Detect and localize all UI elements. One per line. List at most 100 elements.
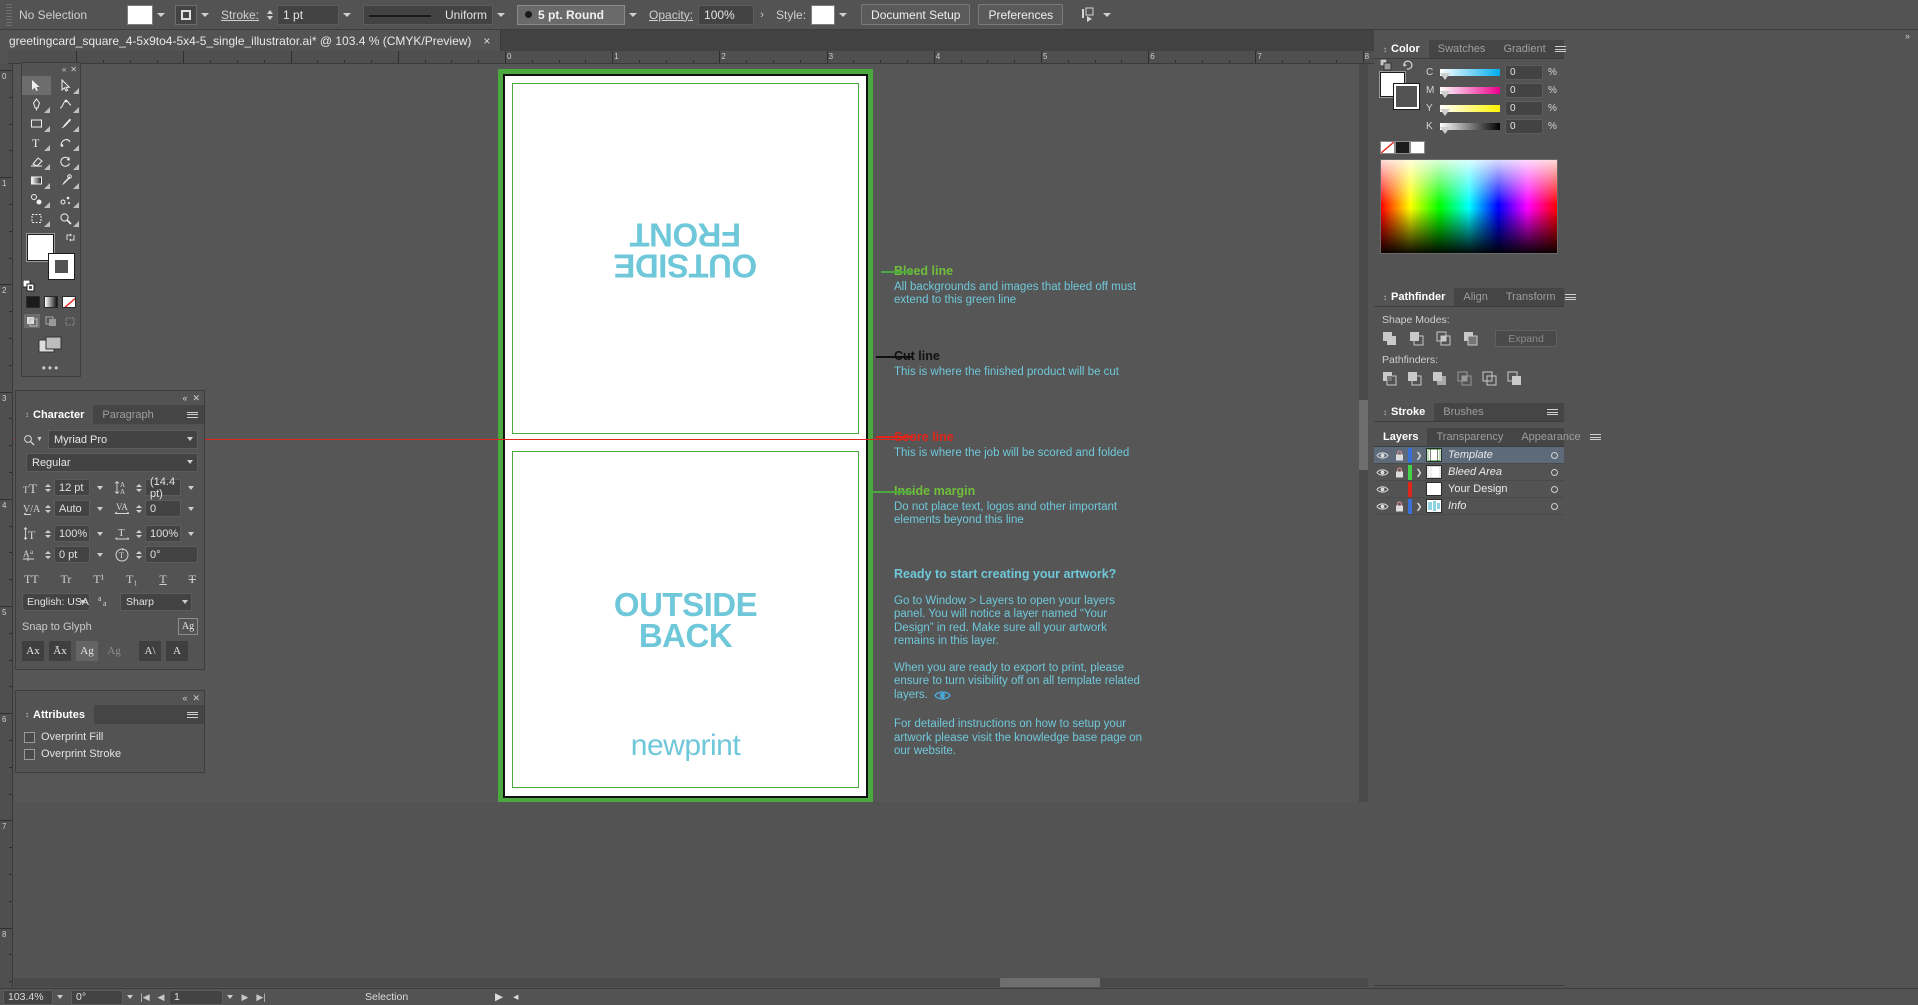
tab-transparency[interactable]: Transparency [1427,428,1512,446]
opacity-expand-icon[interactable]: › [754,5,770,25]
font-size-stepper[interactable] [43,484,52,492]
underline-button[interactable]: T [159,572,166,587]
eraser-tool[interactable] [22,152,51,171]
eye-icon[interactable] [1374,502,1391,511]
tracking-stepper[interactable] [134,505,143,513]
tab-stroke[interactable]: ↕ Stroke [1374,403,1434,421]
white-swatch[interactable] [1410,141,1425,154]
document-setup-button[interactable]: Document Setup [861,4,970,25]
layer-name[interactable]: Your Design [1448,483,1544,495]
c-slider[interactable] [1440,69,1500,76]
rectangle-tool[interactable] [22,114,51,133]
opacity-input[interactable]: 100% [698,5,754,25]
tab-gradient[interactable]: Gradient [1494,40,1554,58]
paintbrush-tool[interactable] [51,114,80,133]
stroke-color-swatch[interactable] [48,253,75,280]
tab-appearance[interactable]: Appearance [1512,428,1589,446]
first-artboard-icon[interactable]: |◀ [137,990,153,1005]
trim-button[interactable] [1406,370,1423,387]
zoom-tool[interactable] [51,209,80,228]
draw-normal-icon[interactable] [24,314,40,328]
style-chevron-down-icon[interactable] [835,5,851,25]
align-chevron-down-icon[interactable] [1099,5,1115,25]
previous-artboard-icon[interactable]: ◀ [153,990,169,1005]
tracking-chevron-down-icon[interactable] [183,500,198,517]
lock-icon[interactable] [1391,501,1408,512]
kerning-input[interactable]: Auto [54,500,90,517]
snap-glyph-bounds-icon[interactable]: A [166,641,188,661]
all-caps-button[interactable]: TT [24,572,39,587]
tab-character[interactable]: ↕ Character [16,405,93,424]
layer-name[interactable]: Info [1448,500,1544,512]
stroke-weight-stepper[interactable] [264,5,275,25]
fill-swatch[interactable] [127,5,153,25]
fill-swatch-chevron-down-icon[interactable] [153,5,169,25]
status-back-icon[interactable]: ◂ [513,991,518,1003]
m-input[interactable]: 0 [1505,83,1543,98]
draw-inside-icon[interactable] [62,314,78,328]
change-screen-mode-icon[interactable] [38,336,64,357]
tracking-input[interactable]: 0 [145,500,181,517]
target-indicator[interactable] [1544,503,1564,510]
preferences-button[interactable]: Preferences [978,4,1063,25]
default-fill-stroke-icon[interactable] [23,280,35,292]
snap-xheight-icon[interactable]: Āx [49,641,71,661]
snap-capheight-icon[interactable]: Ag [76,641,98,661]
layer-row[interactable]: ❯ Info [1374,498,1564,515]
none-button[interactable] [62,296,76,308]
swap-fill-stroke-icon[interactable] [1402,59,1414,71]
font-size-input[interactable]: 12 pt [54,479,90,496]
baseline-shift-stepper[interactable] [43,551,52,559]
vertical-scale-stepper[interactable] [43,530,52,538]
layer-row[interactable]: Your Design [1374,481,1564,498]
target-indicator[interactable] [1544,452,1564,459]
pen-tool[interactable] [22,95,51,114]
language-select[interactable]: English: USA [22,593,90,611]
leading-stepper[interactable] [134,484,143,492]
strikethrough-button[interactable]: T [189,572,196,587]
tab-paragraph[interactable]: Paragraph [93,405,162,424]
rotation-chevron-down-icon[interactable] [123,990,137,1005]
color-stroke-swatch[interactable] [1394,84,1419,109]
close-icon[interactable]: × [483,34,490,48]
subscript-button[interactable]: T₁ [126,572,138,587]
color-button[interactable] [26,296,40,308]
leading-input[interactable]: (14.4 pt) [145,479,181,496]
artboard-number-input[interactable]: 1 [169,990,223,1005]
graphic-style-swatch[interactable] [811,5,835,25]
brush-definition-select[interactable]: 5 pt. Round [517,5,625,25]
horizontal-scrollbar-thumb[interactable] [1000,978,1100,987]
stroke-panel-menu-icon[interactable] [1547,403,1564,421]
kerning-chevron-down-icon[interactable] [92,500,107,517]
none-swatch[interactable] [1380,141,1395,154]
tab-brushes[interactable]: Brushes [1434,403,1492,421]
overprint-fill-checkbox[interactable] [24,732,35,743]
target-indicator[interactable] [1544,469,1564,476]
merge-button[interactable] [1431,370,1448,387]
horizontal-scale-chevron-down-icon[interactable] [183,525,198,542]
chevron-right-icon[interactable]: ❯ [1412,468,1426,477]
zoom-level-input[interactable]: 103.4% [3,990,53,1005]
canvas-area[interactable]: OUTSIDE FRONT OUTSIDE BACK newprint Blee… [14,64,1368,802]
stroke-profile-chevron-down-icon[interactable] [493,5,509,25]
chevron-right-icon[interactable]: ❯ [1412,502,1426,511]
close-icon[interactable]: ✕ [70,65,77,74]
stroke-swatch-chevron-down-icon[interactable] [197,5,213,25]
chevron-right-icon[interactable]: ❯ [1412,451,1426,460]
tab-color[interactable]: ↕ Color [1374,40,1429,58]
direct-selection-tool[interactable] [51,76,80,95]
artboard-chevron-down-icon[interactable] [223,990,237,1005]
horizontal-scale-stepper[interactable] [134,530,143,538]
tab-attributes[interactable]: ↕ Attributes [16,705,94,724]
overprint-stroke-row[interactable]: Overprint Stroke [24,748,196,760]
horizontal-scale-input[interactable]: 100% [145,525,181,542]
font-family-select[interactable]: Myriad Pro [48,430,198,449]
target-indicator[interactable] [1544,486,1564,493]
last-artboard-icon[interactable]: ▶| [253,990,269,1005]
eye-icon[interactable] [1374,451,1391,460]
draw-behind-icon[interactable] [43,314,59,328]
black-swatch[interactable] [1395,141,1410,154]
horizontal-scrollbar-track[interactable] [14,978,1368,987]
outline-button[interactable] [1481,370,1498,387]
layers-panel-menu-icon[interactable] [1590,428,1607,446]
